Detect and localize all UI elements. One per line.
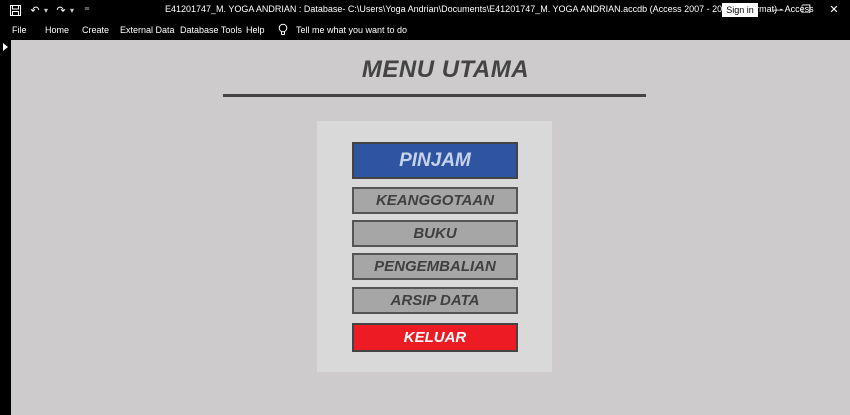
redo-icon[interactable]: ↷ [54, 3, 68, 17]
navigation-pane-collapsed[interactable] [0, 40, 11, 415]
buku-button[interactable]: BUKU [352, 220, 518, 247]
tell-me-search[interactable]: Tell me what you want to do [296, 25, 407, 35]
quick-access-toolbar: ↶ ▾ ↷ ▾ ⁼ [8, 2, 94, 18]
undo-dropdown-icon[interactable]: ▾ [44, 6, 48, 15]
tab-create[interactable]: Create [82, 25, 109, 35]
tab-external-data[interactable]: External Data [120, 25, 175, 35]
ribbon-tabs: File Home Create External Data Database … [0, 20, 850, 40]
sign-in-button[interactable]: Sign in [722, 3, 758, 17]
expand-navigation-icon[interactable] [3, 43, 8, 51]
arsip-data-button[interactable]: ARSIP DATA [352, 287, 518, 314]
keluar-button[interactable]: KELUAR [352, 323, 518, 352]
customize-toolbar-icon[interactable]: ⁼ [80, 3, 94, 17]
keanggotaan-button[interactable]: KEANGGOTAAN [352, 187, 518, 214]
close-icon[interactable]: ✕ [826, 2, 842, 18]
menu-panel: PINJAM KEANGGOTAAN BUKU PENGEMBALIAN ARS… [317, 121, 552, 372]
form-menu-utama: MENU UTAMA PINJAM KEANGGOTAAN BUKU PENGE… [11, 40, 850, 415]
save-icon[interactable] [8, 3, 22, 17]
tab-file[interactable]: File [12, 25, 27, 35]
window-title: E41201747_M. YOGA ANDRIAN : Database- C:… [165, 4, 814, 14]
minimize-icon[interactable]: — [770, 2, 786, 18]
undo-icon[interactable]: ↶ [28, 3, 42, 17]
title-underline [223, 94, 646, 97]
tab-database-tools[interactable]: Database Tools [180, 25, 242, 35]
tab-home[interactable]: Home [45, 25, 69, 35]
restore-icon[interactable]: ❐ [798, 2, 814, 18]
pinjam-button[interactable]: PINJAM [352, 142, 518, 179]
title-bar: ↶ ▾ ↷ ▾ ⁼ E41201747_M. YOGA ANDRIAN : Da… [0, 0, 850, 20]
tab-help[interactable]: Help [246, 25, 265, 35]
lightbulb-icon [278, 23, 288, 35]
pengembalian-button[interactable]: PENGEMBALIAN [352, 253, 518, 280]
redo-dropdown-icon[interactable]: ▾ [70, 6, 74, 15]
page-title: MENU UTAMA [361, 56, 530, 83]
